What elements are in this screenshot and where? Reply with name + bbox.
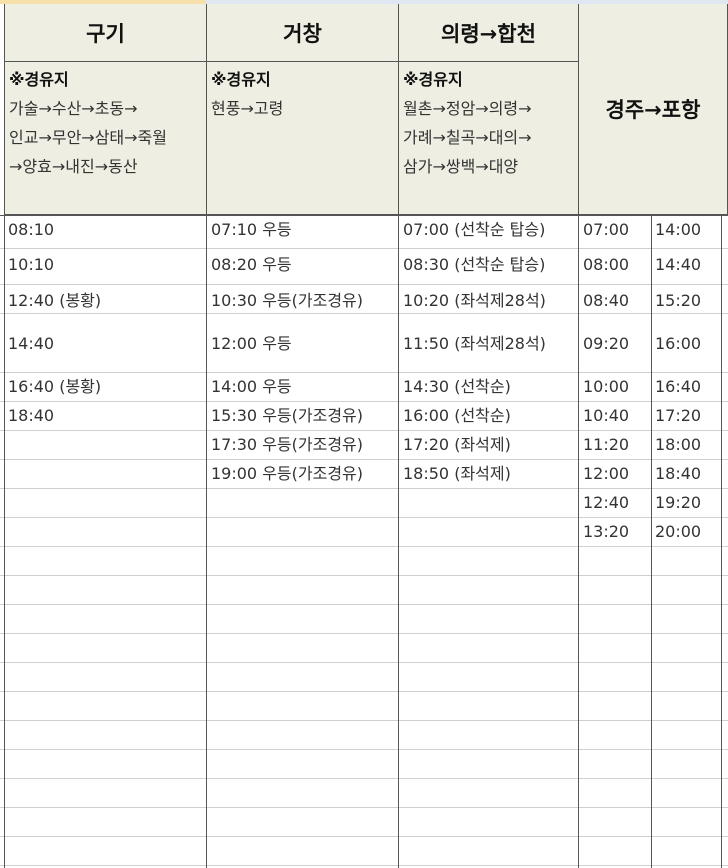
grid-hline (0, 517, 728, 518)
grid-hline (0, 248, 728, 249)
grid-vline (578, 215, 579, 868)
via-label: ※경유지 (9, 70, 69, 89)
time-cell[interactable]: 09:20 (583, 334, 629, 354)
time-cell[interactable]: 12:40 (봉황) (8, 291, 101, 311)
grid-hline (0, 836, 728, 837)
time-cell[interactable]: 08:00 (583, 255, 629, 275)
via-route-line: 현풍→고령 (211, 99, 284, 118)
grid-hline (0, 459, 728, 460)
time-cell[interactable]: 10:20 (좌석제28석) (403, 291, 546, 311)
grid-hline (0, 633, 728, 634)
grid-vline (206, 215, 207, 868)
via-cell-uiryeong-hapcheon[interactable]: ※경유지 월촌→정암→의령→ 가례→칠곡→대의→ 삼가→쌍백→대양 (399, 62, 579, 215)
time-cell[interactable]: 16:40 (655, 377, 701, 397)
time-cell[interactable]: 13:20 (583, 522, 629, 542)
grid-hline (0, 720, 728, 721)
via-route-line: 월촌→정암→의령→ (403, 99, 532, 118)
time-cell[interactable]: 08:30 (선착순 탑승) (403, 255, 545, 275)
time-cell[interactable]: 10:30 우등(가조경유) (211, 291, 363, 311)
time-cell[interactable]: 10:40 (583, 406, 629, 426)
time-cell[interactable]: 14:00 우등 (211, 377, 292, 397)
grid-vline (721, 215, 722, 868)
time-cell[interactable]: 11:20 (583, 435, 629, 455)
header-uiryeong-hapcheon[interactable]: 의령→합천 (399, 4, 579, 62)
grid-hline (0, 575, 728, 576)
header-guki[interactable]: 구기 (4, 4, 207, 62)
time-cell[interactable]: 12:00 우등 (211, 334, 292, 354)
via-route-line: 가례→칠곡→대의→ (403, 128, 532, 147)
time-cell[interactable]: 17:20 (655, 406, 701, 426)
time-cell[interactable]: 11:50 (좌석제28석) (403, 334, 546, 354)
grid-vline (651, 215, 652, 868)
via-route-line: 가술→수산→초동→ (9, 99, 138, 118)
time-cell[interactable]: 18:50 (좌석제) (403, 464, 511, 484)
grid-hline (0, 807, 728, 808)
grid-vline (398, 215, 399, 868)
via-cell-guki[interactable]: ※경유지 가술→수산→초동→ 인교→무안→삼태→죽월 →양효→내진→동산 (4, 62, 207, 215)
grid-hline (0, 313, 728, 314)
time-cell[interactable]: 18:40 (655, 464, 701, 484)
grid-hline (0, 284, 728, 285)
grid-hline (0, 604, 728, 605)
via-cell-geochang[interactable]: ※경유지 현풍→고령 (207, 62, 399, 215)
time-cell[interactable]: 18:40 (8, 406, 54, 426)
grid-hline (0, 691, 728, 692)
time-cell[interactable]: 08:40 (583, 291, 629, 311)
time-cell[interactable]: 15:30 우등(가조경유) (211, 406, 363, 426)
time-cell[interactable]: 16:40 (봉황) (8, 377, 101, 397)
time-cell[interactable]: 20:00 (655, 522, 701, 542)
time-cell[interactable]: 14:40 (655, 255, 701, 275)
time-cell[interactable]: 14:40 (8, 334, 54, 354)
time-cell[interactable]: 19:20 (655, 493, 701, 513)
time-cell[interactable]: 17:30 우등(가조경유) (211, 435, 363, 455)
grid-hline (0, 430, 728, 431)
grid-hline (0, 488, 728, 489)
header-geochang[interactable]: 거창 (207, 4, 399, 62)
time-cell[interactable]: 16:00 (655, 334, 701, 354)
time-cell[interactable]: 10:10 (8, 255, 54, 275)
time-cell[interactable]: 14:30 (선착순) (403, 377, 511, 397)
time-cell[interactable]: 14:00 (655, 220, 701, 240)
grid-hline (0, 662, 728, 663)
time-cell[interactable]: 08:20 우등 (211, 255, 292, 275)
header-gyeongju-pohang[interactable]: 경주→포항 (579, 4, 728, 215)
time-cell[interactable]: 15:20 (655, 291, 701, 311)
via-route-line: 삼가→쌍백→대양 (403, 157, 519, 176)
via-route-line: →양효→내진→동산 (9, 157, 138, 176)
time-cell[interactable]: 17:20 (좌석제) (403, 435, 511, 455)
time-cell[interactable]: 19:00 우등(가조경유) (211, 464, 363, 484)
time-cell[interactable]: 07:00 (선착순 탑승) (403, 220, 545, 240)
grid-hline (0, 865, 728, 866)
via-label: ※경유지 (211, 70, 271, 89)
grid-hline (0, 401, 728, 402)
time-cell[interactable]: 10:00 (583, 377, 629, 397)
time-cell[interactable]: 07:10 우등 (211, 220, 292, 240)
time-cell[interactable]: 12:40 (583, 493, 629, 513)
grid-hline (0, 372, 728, 373)
grid-hline (0, 215, 728, 216)
grid-hline (0, 778, 728, 779)
grid-hline (0, 749, 728, 750)
via-label: ※경유지 (403, 70, 463, 89)
time-cell[interactable]: 18:00 (655, 435, 701, 455)
time-cell[interactable]: 07:00 (583, 220, 629, 240)
time-cell[interactable]: 12:00 (583, 464, 629, 484)
grid-hline (0, 546, 728, 547)
spreadsheet: 구기 거창 의령→합천 경주→포항 ※경유지 가술→수산→초동→ 인교→무안→삼… (0, 0, 728, 868)
time-cell[interactable]: 08:10 (8, 220, 54, 240)
via-route-line: 인교→무안→삼태→죽월 (9, 128, 167, 147)
time-cell[interactable]: 16:00 (선착순) (403, 406, 511, 426)
grid-vline (4, 215, 5, 868)
